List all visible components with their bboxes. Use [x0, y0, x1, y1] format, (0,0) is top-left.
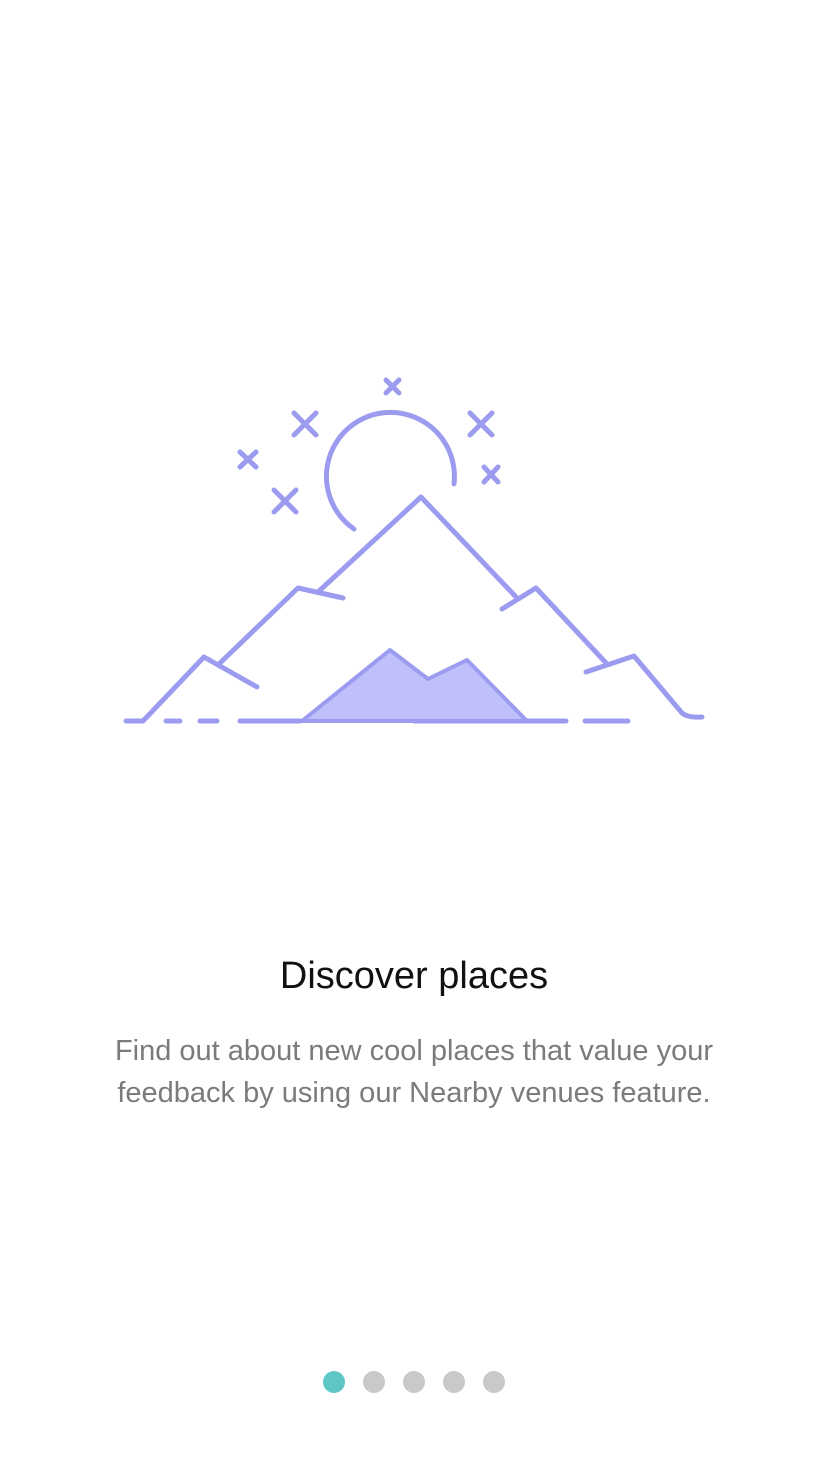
mountains-moon-icon: [123, 377, 705, 724]
page-dot-3[interactable]: [403, 1371, 425, 1393]
onboarding-screen: Discover places Find out about new cool …: [0, 0, 828, 1470]
page-dot-2[interactable]: [363, 1371, 385, 1393]
onboarding-title: Discover places: [279, 955, 549, 997]
page-dot-1[interactable]: [323, 1371, 345, 1393]
page-dot-4[interactable]: [443, 1371, 465, 1393]
page-dot-5[interactable]: [483, 1371, 505, 1393]
page-indicator: [0, 1371, 828, 1393]
onboarding-description: Find out about new cool places that valu…: [114, 1035, 714, 1109]
